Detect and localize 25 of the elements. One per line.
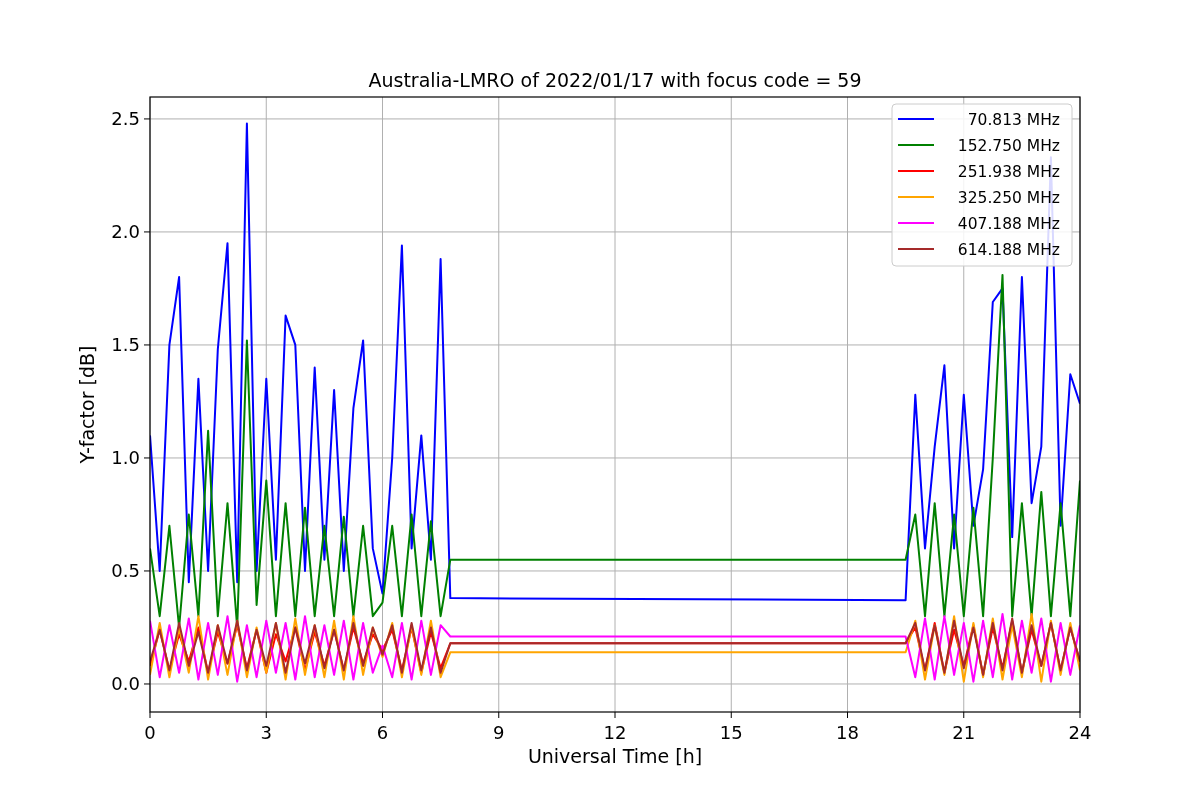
y-tick-label: 0.0 [111, 672, 140, 694]
legend-label: 614.188 MHz [957, 241, 1060, 259]
chart-title: Australia-LMRO of 2022/01/17 with focus code = 59 [368, 69, 862, 91]
x-tick-label: 6 [376, 722, 389, 743]
x-tick-label: 3 [260, 722, 272, 743]
y-tick-label: 1.5 [111, 333, 140, 355]
x-tick-label: 21 [952, 722, 976, 743]
y-axis-label: Y-factor [dB] [76, 345, 98, 464]
legend-label: 251.938 MHz [957, 163, 1060, 181]
legend-label: 407.188 MHz [957, 215, 1060, 233]
x-tick-label: 15 [719, 722, 743, 743]
legend-label: 152.750 MHz [957, 137, 1060, 155]
x-axis-label: Universal Time [h] [527, 745, 703, 767]
x-tick-label: 24 [1068, 722, 1092, 743]
x-tick-label: 12 [603, 722, 627, 743]
y-tick-label: 1.0 [111, 446, 140, 468]
line-series [150, 612, 1080, 683]
legend-label: 70.813 MHz [967, 111, 1060, 129]
y-tick-label: 2.5 [111, 107, 140, 129]
x-tick-label: 0 [144, 722, 156, 743]
x-tick-label: 18 [836, 722, 859, 743]
y-tick-label: 0.5 [111, 559, 140, 581]
x-tick-label: 9 [493, 722, 505, 743]
legend-label: 325.250 MHz [957, 189, 1060, 207]
y-tick-label: 2.0 [111, 220, 140, 242]
